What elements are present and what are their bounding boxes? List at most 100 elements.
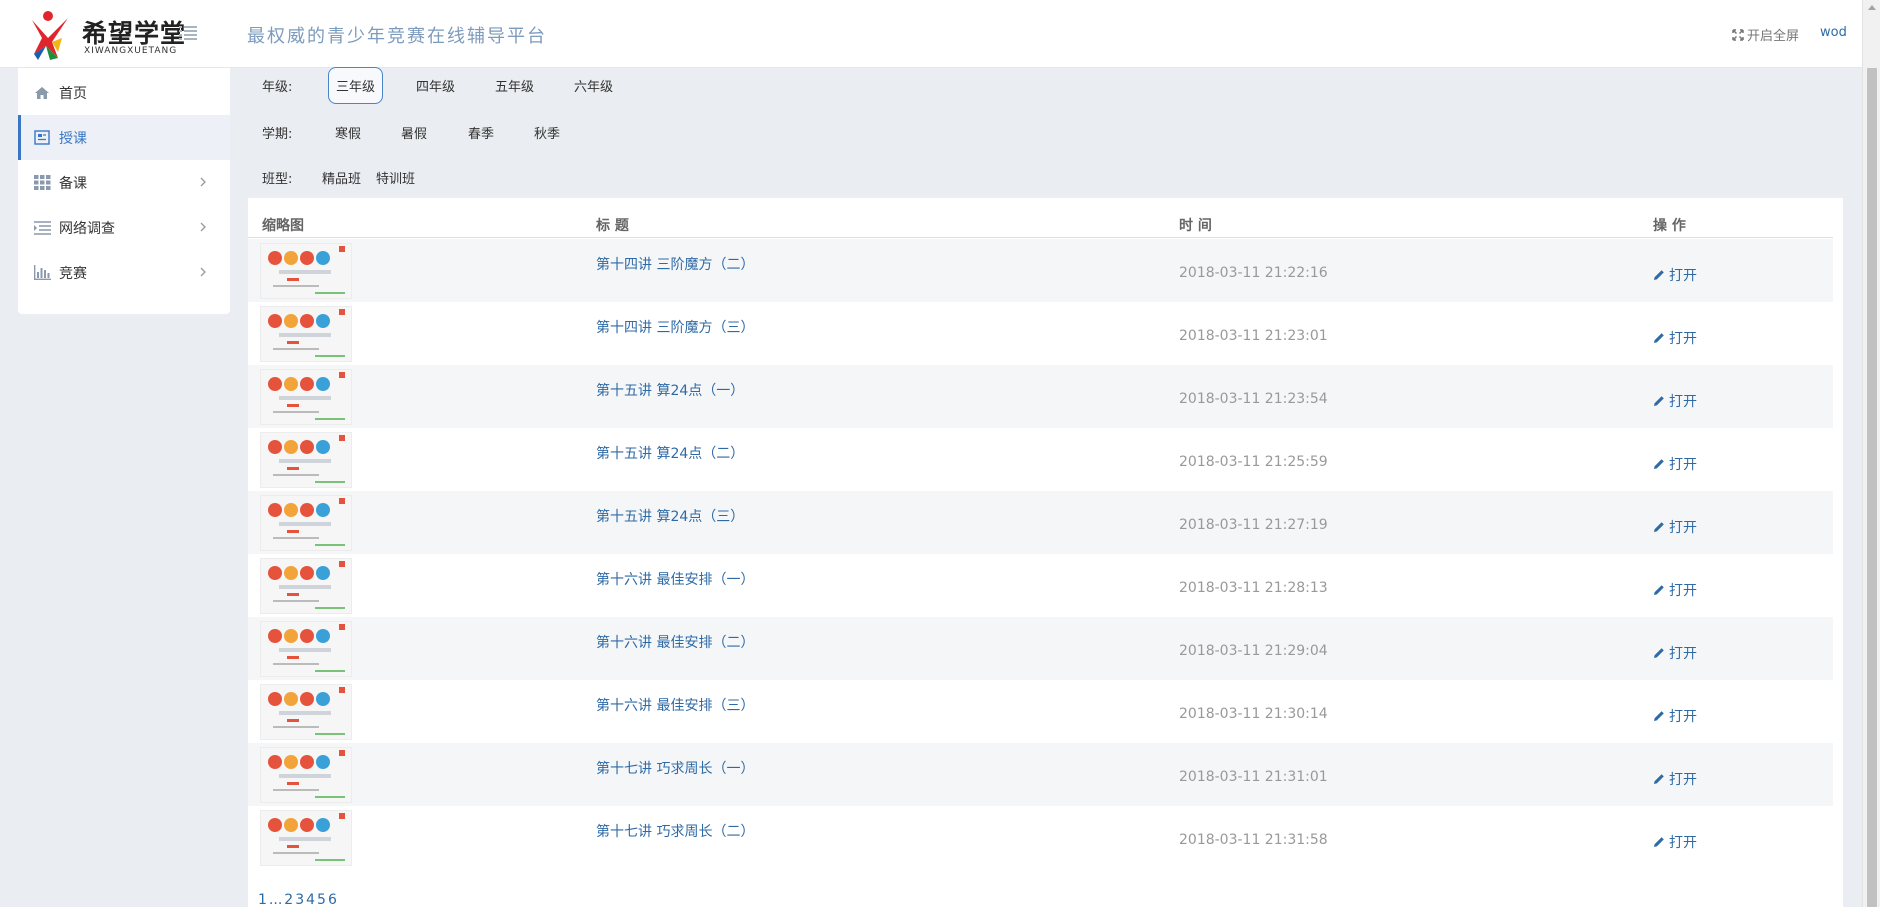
table-row: 第十六讲 最佳安排（二） 2018-03-11 21:29:04 打开 [248, 617, 1833, 680]
lesson-thumbnail[interactable] [260, 810, 352, 866]
lesson-thumbnail[interactable] [260, 243, 352, 299]
logo[interactable]: 希望学堂 XIWANGXUETANG [28, 8, 185, 60]
chevron-right-icon [200, 222, 206, 232]
lesson-time: 2018-03-11 21:29:04 [1179, 643, 1328, 659]
open-label: 打开 [1669, 709, 1697, 725]
grade-label: 年级: [262, 80, 293, 95]
sidebar-item-survey[interactable]: 网络调查 [18, 205, 230, 250]
open-button[interactable]: 打开 [1653, 328, 1697, 348]
sidebar-item-prepare[interactable]: 备课 [18, 160, 230, 205]
sidebar-item-label: 网络调查 [59, 220, 115, 237]
class-type-label: 班型: [262, 172, 293, 187]
open-button[interactable]: 打开 [1653, 643, 1697, 663]
class-option-premium[interactable]: 精品班 [322, 168, 361, 187]
home-icon [33, 85, 51, 101]
table-row: 第十四讲 三阶魔方（三） 2018-03-11 21:23:01 打开 [248, 302, 1833, 365]
lesson-title-link[interactable]: 第十五讲 算24点（三） [596, 506, 744, 526]
lesson-thumbnail[interactable] [260, 432, 352, 488]
lesson-thumbnail[interactable] [260, 495, 352, 551]
fullscreen-button[interactable]: 开启全屏 [1732, 25, 1799, 44]
open-button[interactable]: 打开 [1653, 832, 1697, 852]
grade-option-6[interactable]: 六年级 [574, 76, 613, 95]
open-button[interactable]: 打开 [1653, 517, 1697, 537]
chevron-right-icon [200, 267, 206, 277]
lesson-thumbnail[interactable] [260, 306, 352, 362]
lesson-title-link[interactable]: 第十四讲 三阶魔方（二） [596, 254, 754, 274]
open-label: 打开 [1669, 520, 1697, 536]
page-link-3[interactable]: 3 [295, 892, 304, 907]
table-row: 第十五讲 算24点（三） 2018-03-11 21:27:19 打开 [248, 491, 1833, 554]
term-label: 学期: [262, 127, 293, 142]
grade-option-3[interactable]: 三年级 [328, 67, 384, 104]
table-row: 第十六讲 最佳安排（三） 2018-03-11 21:30:14 打开 [248, 680, 1833, 743]
lesson-title-link[interactable]: 第十七讲 巧求周长（二） [596, 821, 754, 841]
lesson-thumbnail[interactable] [260, 369, 352, 425]
pencil-icon [1654, 459, 1664, 469]
logo-text-en: XIWANGXUETANG [84, 46, 178, 56]
table-row: 第十七讲 巧求周长（一） 2018-03-11 21:31:01 打开 [248, 743, 1833, 806]
grade-option-5[interactable]: 五年级 [495, 76, 534, 95]
scrollbar[interactable] [1862, 0, 1880, 907]
pencil-icon [1654, 648, 1664, 658]
lesson-thumbnail[interactable] [260, 558, 352, 614]
open-button[interactable]: 打开 [1653, 391, 1697, 411]
sidebar-item-label: 首页 [59, 85, 87, 102]
lesson-title-link[interactable]: 第十六讲 最佳安排（一） [596, 569, 754, 589]
lesson-title-link[interactable]: 第十五讲 算24点（二） [596, 443, 744, 463]
pencil-icon [1654, 522, 1664, 532]
term-option-spring[interactable]: 春季 [468, 123, 494, 142]
bar-chart-icon [33, 265, 51, 281]
open-label: 打开 [1669, 583, 1697, 599]
lesson-thumbnail[interactable] [260, 621, 352, 677]
slogan: 最权威的青少年竞赛在线辅导平台 [247, 26, 547, 47]
lesson-time: 2018-03-11 21:27:19 [1179, 517, 1328, 533]
sidebar-item-label: 授课 [59, 130, 87, 147]
open-button[interactable]: 打开 [1653, 580, 1697, 600]
logo-mark-icon [32, 11, 68, 60]
lesson-title-link[interactable]: 第十七讲 巧求周长（一） [596, 758, 754, 778]
lesson-title-link[interactable]: 第十六讲 最佳安排（三） [596, 695, 754, 715]
open-button[interactable]: 打开 [1653, 454, 1697, 474]
sidebar-item-contest[interactable]: 竞赛 [18, 250, 230, 295]
top-header: 希望学堂 XIWANGXUETANG 最权威的青少年竞赛在线辅导平台 开启全屏 … [0, 0, 1862, 68]
pencil-icon [1654, 270, 1664, 280]
page-link-1[interactable]: 1 [258, 892, 267, 907]
open-label: 打开 [1669, 394, 1697, 410]
open-label: 打开 [1669, 331, 1697, 347]
lesson-thumbnail[interactable] [260, 747, 352, 803]
page-link-5[interactable]: 5 [317, 892, 326, 907]
scroll-up-arrow-icon[interactable] [1868, 5, 1876, 10]
term-option-autumn[interactable]: 秋季 [534, 123, 560, 142]
open-button[interactable]: 打开 [1653, 769, 1697, 789]
pencil-icon [1654, 585, 1664, 595]
table-row: 第十四讲 三阶魔方（二） 2018-03-11 21:22:16 打开 [248, 239, 1833, 302]
lesson-time: 2018-03-11 21:31:01 [1179, 769, 1328, 785]
scroll-thumb[interactable] [1867, 68, 1877, 907]
term-option-summer[interactable]: 暑假 [401, 123, 427, 142]
header-title: 标 题 [596, 218, 629, 234]
term-option-winter[interactable]: 寒假 [335, 123, 361, 142]
sidebar-item-lesson[interactable]: 授课 [18, 115, 230, 160]
page-link-6[interactable]: 6 [328, 892, 337, 907]
lesson-time: 2018-03-11 21:23:01 [1179, 328, 1328, 344]
sidebar: 首页 授课 备课 网络调查 竞赛 [18, 68, 230, 314]
lesson-thumbnail[interactable] [260, 684, 352, 740]
sidebar-item-home[interactable]: 首页 [18, 70, 230, 115]
user-menu[interactable]: wod [1820, 25, 1847, 40]
sidebar-item-label: 竞赛 [59, 265, 87, 282]
pencil-icon [1654, 333, 1664, 343]
page-link-2[interactable]: 2 [284, 892, 293, 907]
class-option-special[interactable]: 特训班 [376, 168, 415, 187]
open-button[interactable]: 打开 [1653, 706, 1697, 726]
page-link-4[interactable]: 4 [306, 892, 315, 907]
table-row: 第十六讲 最佳安排（一） 2018-03-11 21:28:13 打开 [248, 554, 1833, 617]
lesson-title-link[interactable]: 第十五讲 算24点（一） [596, 380, 744, 400]
header-thumbnail: 缩略图 [262, 218, 304, 234]
menu-toggle-icon[interactable] [179, 25, 197, 41]
grade-option-4[interactable]: 四年级 [416, 76, 455, 95]
expand-icon [1732, 28, 1744, 41]
open-button[interactable]: 打开 [1653, 265, 1697, 285]
header-time: 时 间 [1179, 218, 1212, 234]
lesson-title-link[interactable]: 第十六讲 最佳安排（二） [596, 632, 754, 652]
lesson-title-link[interactable]: 第十四讲 三阶魔方（三） [596, 317, 754, 337]
